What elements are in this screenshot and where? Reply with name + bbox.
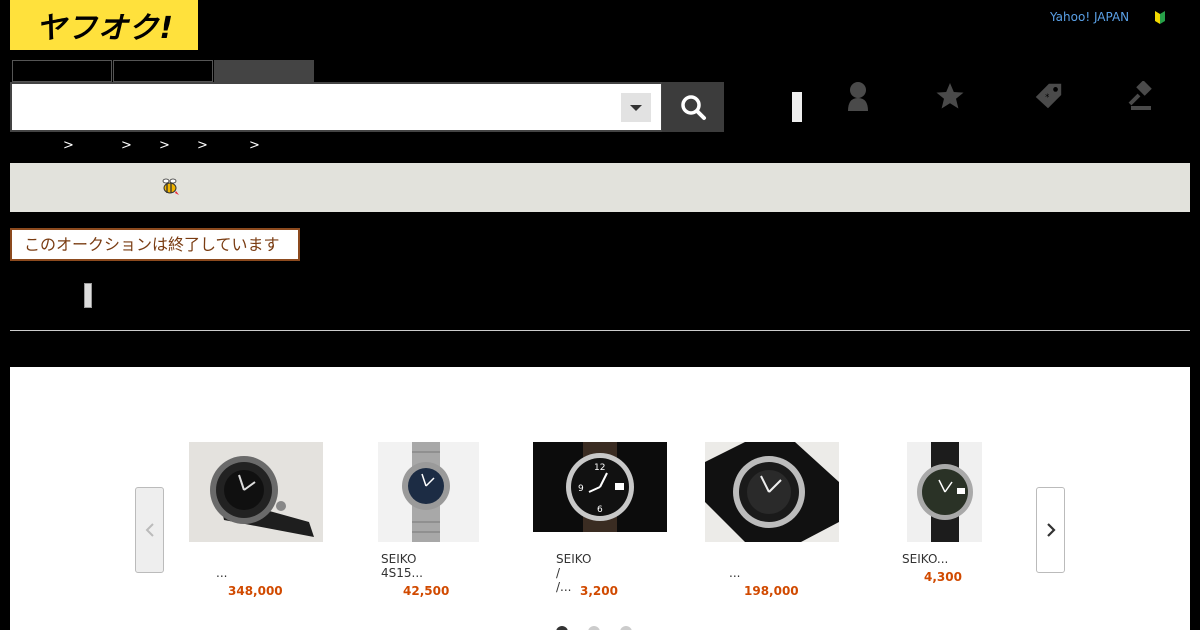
coupon-button[interactable]: * <box>1032 80 1064 112</box>
tag-icon: * <box>1035 83 1062 109</box>
carousel-prev-button[interactable] <box>135 487 164 573</box>
product-image[interactable] <box>907 442 982 542</box>
divider <box>10 330 1190 331</box>
product-image[interactable]: 12 9 6 <box>533 442 667 532</box>
my-auction-button[interactable] <box>842 80 874 112</box>
search-input[interactable] <box>18 92 618 122</box>
seller-info-banner <box>10 163 1190 212</box>
image-placeholder <box>84 283 92 308</box>
category-dropdown[interactable] <box>621 93 651 122</box>
pagination-dot[interactable] <box>620 626 632 630</box>
page: ヤフオク! Yahoo! JAPAN * > > > > > このオークションは… <box>0 0 1200 630</box>
product-price: 348,000 <box>228 584 283 598</box>
sell-button[interactable] <box>1126 80 1158 112</box>
person-icon <box>848 82 868 111</box>
pagination-dot[interactable] <box>588 626 600 630</box>
beginner-mark-icon[interactable] <box>1152 9 1168 25</box>
product-price: 3,200 <box>580 584 618 598</box>
bee-icon <box>160 176 180 196</box>
product-price: 198,000 <box>744 584 799 598</box>
notification-bar <box>792 92 802 122</box>
svg-text:9: 9 <box>578 484 584 494</box>
product-image[interactable] <box>705 442 839 542</box>
chevron-down-icon <box>630 104 642 111</box>
chevron-left-icon <box>145 523 154 537</box>
search-button[interactable] <box>662 82 724 132</box>
chevron-right-icon <box>1046 523 1056 537</box>
search-icon <box>681 95 706 120</box>
auction-ended-badge: このオークションは終了しています <box>10 228 300 261</box>
carousel-pagination <box>556 626 632 630</box>
star-icon <box>936 83 964 109</box>
svg-text:12: 12 <box>594 463 605 473</box>
search-tab-2[interactable] <box>113 60 213 82</box>
breadcrumb-separator: > <box>63 138 74 153</box>
logo-text: ヤフオク! <box>36 11 175 46</box>
breadcrumb-separator: > <box>121 138 132 153</box>
search-box <box>10 82 663 132</box>
gavel-icon <box>1128 81 1152 110</box>
pagination-dot[interactable] <box>556 626 568 630</box>
search-tab-1[interactable] <box>12 60 112 82</box>
product-title[interactable]: ... <box>216 566 227 580</box>
yahuoku-logo[interactable]: ヤフオク! <box>10 0 198 50</box>
product-title[interactable]: SEIKO 4S15... <box>381 552 423 580</box>
carousel-next-button[interactable] <box>1036 487 1065 573</box>
breadcrumb-separator: > <box>249 138 260 153</box>
product-title[interactable]: SEIKO... <box>902 552 948 566</box>
breadcrumb-separator: > <box>197 138 208 153</box>
watchlist-button[interactable] <box>934 80 966 112</box>
breadcrumb-separator: > <box>159 138 170 153</box>
search-tab-3[interactable] <box>214 60 314 82</box>
product-title[interactable]: ... <box>729 566 740 580</box>
product-price: 4,300 <box>924 570 962 584</box>
svg-text:*: * <box>1045 92 1049 102</box>
yahoo-japan-link[interactable]: Yahoo! JAPAN <box>1050 10 1129 24</box>
product-image[interactable] <box>378 442 479 542</box>
product-price: 42,500 <box>403 584 450 598</box>
search-tabs <box>12 60 315 82</box>
product-image[interactable] <box>189 442 323 542</box>
svg-text:6: 6 <box>597 505 603 515</box>
